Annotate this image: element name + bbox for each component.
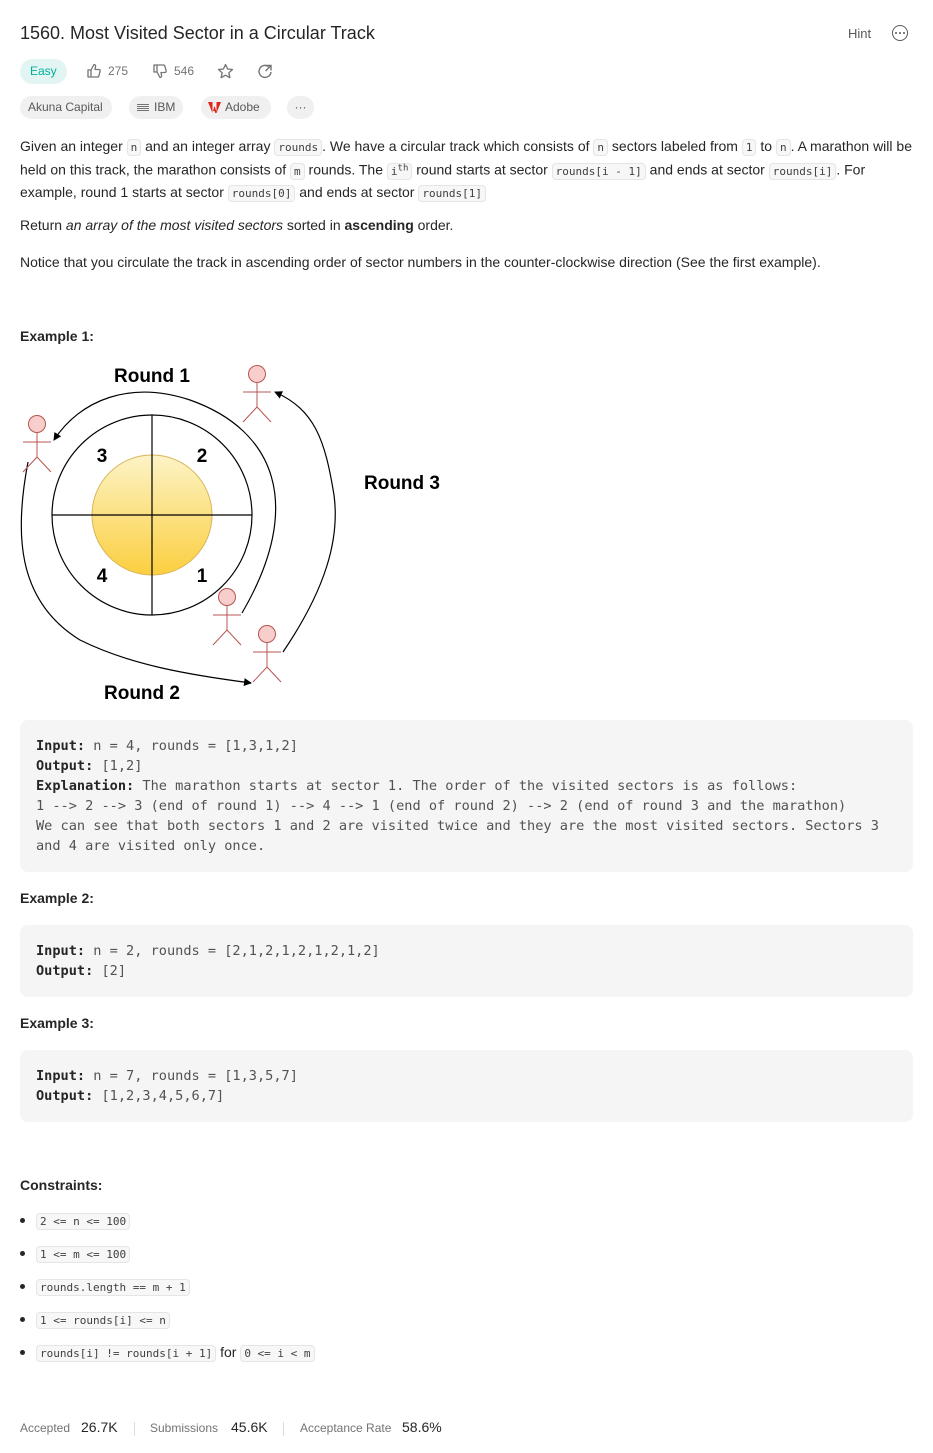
constraint-item: 2 <= n <= 100 — [20, 1210, 913, 1243]
example-1-block: Input: n = 4, rounds = [1,3,1,2] Output:… — [20, 720, 913, 872]
constraints-title: Constraints: — [20, 1177, 103, 1193]
problem-page: 1560. Most Visited Sector in a Circular … — [0, 0, 933, 1453]
acceptance-rate-value: 58.6% — [402, 1419, 442, 1435]
sector-label-3: 3 — [97, 446, 108, 467]
submissions-value: 45.6K — [231, 1419, 268, 1435]
example-2-title: Example 2: — [20, 890, 94, 906]
title-row: 1560. Most Visited Sector in a Circular … — [20, 20, 913, 50]
like-count: 275 — [108, 64, 129, 78]
description-paragraph-2: Return an array of the most visited sect… — [20, 217, 454, 233]
company-tag-adobe[interactable]: Adobe — [201, 96, 271, 119]
share-icon[interactable] — [257, 63, 274, 80]
accepted-label: Accepted — [20, 1421, 71, 1435]
sector-label-4: 4 — [97, 566, 108, 587]
ibm-logo-icon — [137, 104, 149, 111]
problem-title: 1560. Most Visited Sector in a Circular … — [20, 23, 375, 43]
round-1-label: Round 1 — [114, 366, 190, 387]
description-paragraph-3: Notice that you circulate the track in a… — [20, 254, 821, 270]
example-1-title: Example 1: — [20, 328, 94, 344]
hint-button[interactable]: Hint — [848, 26, 871, 41]
difficulty-badge: Easy — [20, 59, 67, 84]
round-3-label: Round 3 — [364, 473, 440, 494]
constraint-item: rounds.length == m + 1 — [20, 1276, 913, 1309]
thumbs-up-icon — [87, 63, 101, 78]
star-icon[interactable] — [217, 63, 234, 80]
thumbs-down-icon — [153, 64, 167, 79]
sector-label-1: 1 — [197, 566, 208, 587]
constraint-item: 1 <= m <= 100 — [20, 1243, 913, 1276]
example-3-block: Input: n = 7, rounds = [1,3,5,7] Output:… — [20, 1050, 913, 1122]
acceptance-rate-label: Acceptance Rate — [300, 1421, 392, 1435]
sector-label-2: 2 — [197, 446, 208, 467]
circular-track-diagram: 3 2 4 1 Round 1 Round 2 Round 3 — [20, 365, 440, 704]
meta-row: Easy 275 546 — [20, 59, 913, 85]
example-2-block: Input: n = 2, rounds = [2,1,2,1,2,1,2,1,… — [20, 925, 913, 997]
constraint-item: 1 <= rounds[i] <= n — [20, 1309, 913, 1342]
description-paragraph-1: Given an integer n and an integer array … — [20, 138, 912, 202]
stats-footer: Accepted 26.7K Submissions 45.6K Accepta… — [20, 1419, 913, 1439]
more-options-icon[interactable] — [892, 25, 908, 41]
round-2-label: Round 2 — [104, 683, 180, 704]
example-3-title: Example 3: — [20, 1015, 94, 1031]
submissions-label: Submissions — [150, 1421, 219, 1435]
company-tag-akuna[interactable]: Akuna Capital — [20, 96, 112, 119]
round-3-arrow — [274, 391, 336, 653]
constraints-list: 2 <= n <= 100 1 <= m <= 100 rounds.lengt… — [20, 1210, 913, 1375]
accepted-value: 26.7K — [81, 1419, 118, 1435]
more-tags-button[interactable]: ··· — [287, 96, 314, 119]
constraint-item: rounds[i] != rounds[i + 1] for 0 <= i < … — [20, 1342, 913, 1375]
dislike-count: 546 — [174, 64, 195, 78]
company-tag-ibm[interactable]: IBM — [129, 96, 183, 119]
company-tags: Akuna Capital IBM Adobe ··· — [20, 96, 913, 120]
like-button[interactable]: 275 — [86, 59, 146, 84]
dislike-button[interactable]: 546 — [152, 59, 212, 84]
adobe-logo-icon — [208, 102, 221, 113]
